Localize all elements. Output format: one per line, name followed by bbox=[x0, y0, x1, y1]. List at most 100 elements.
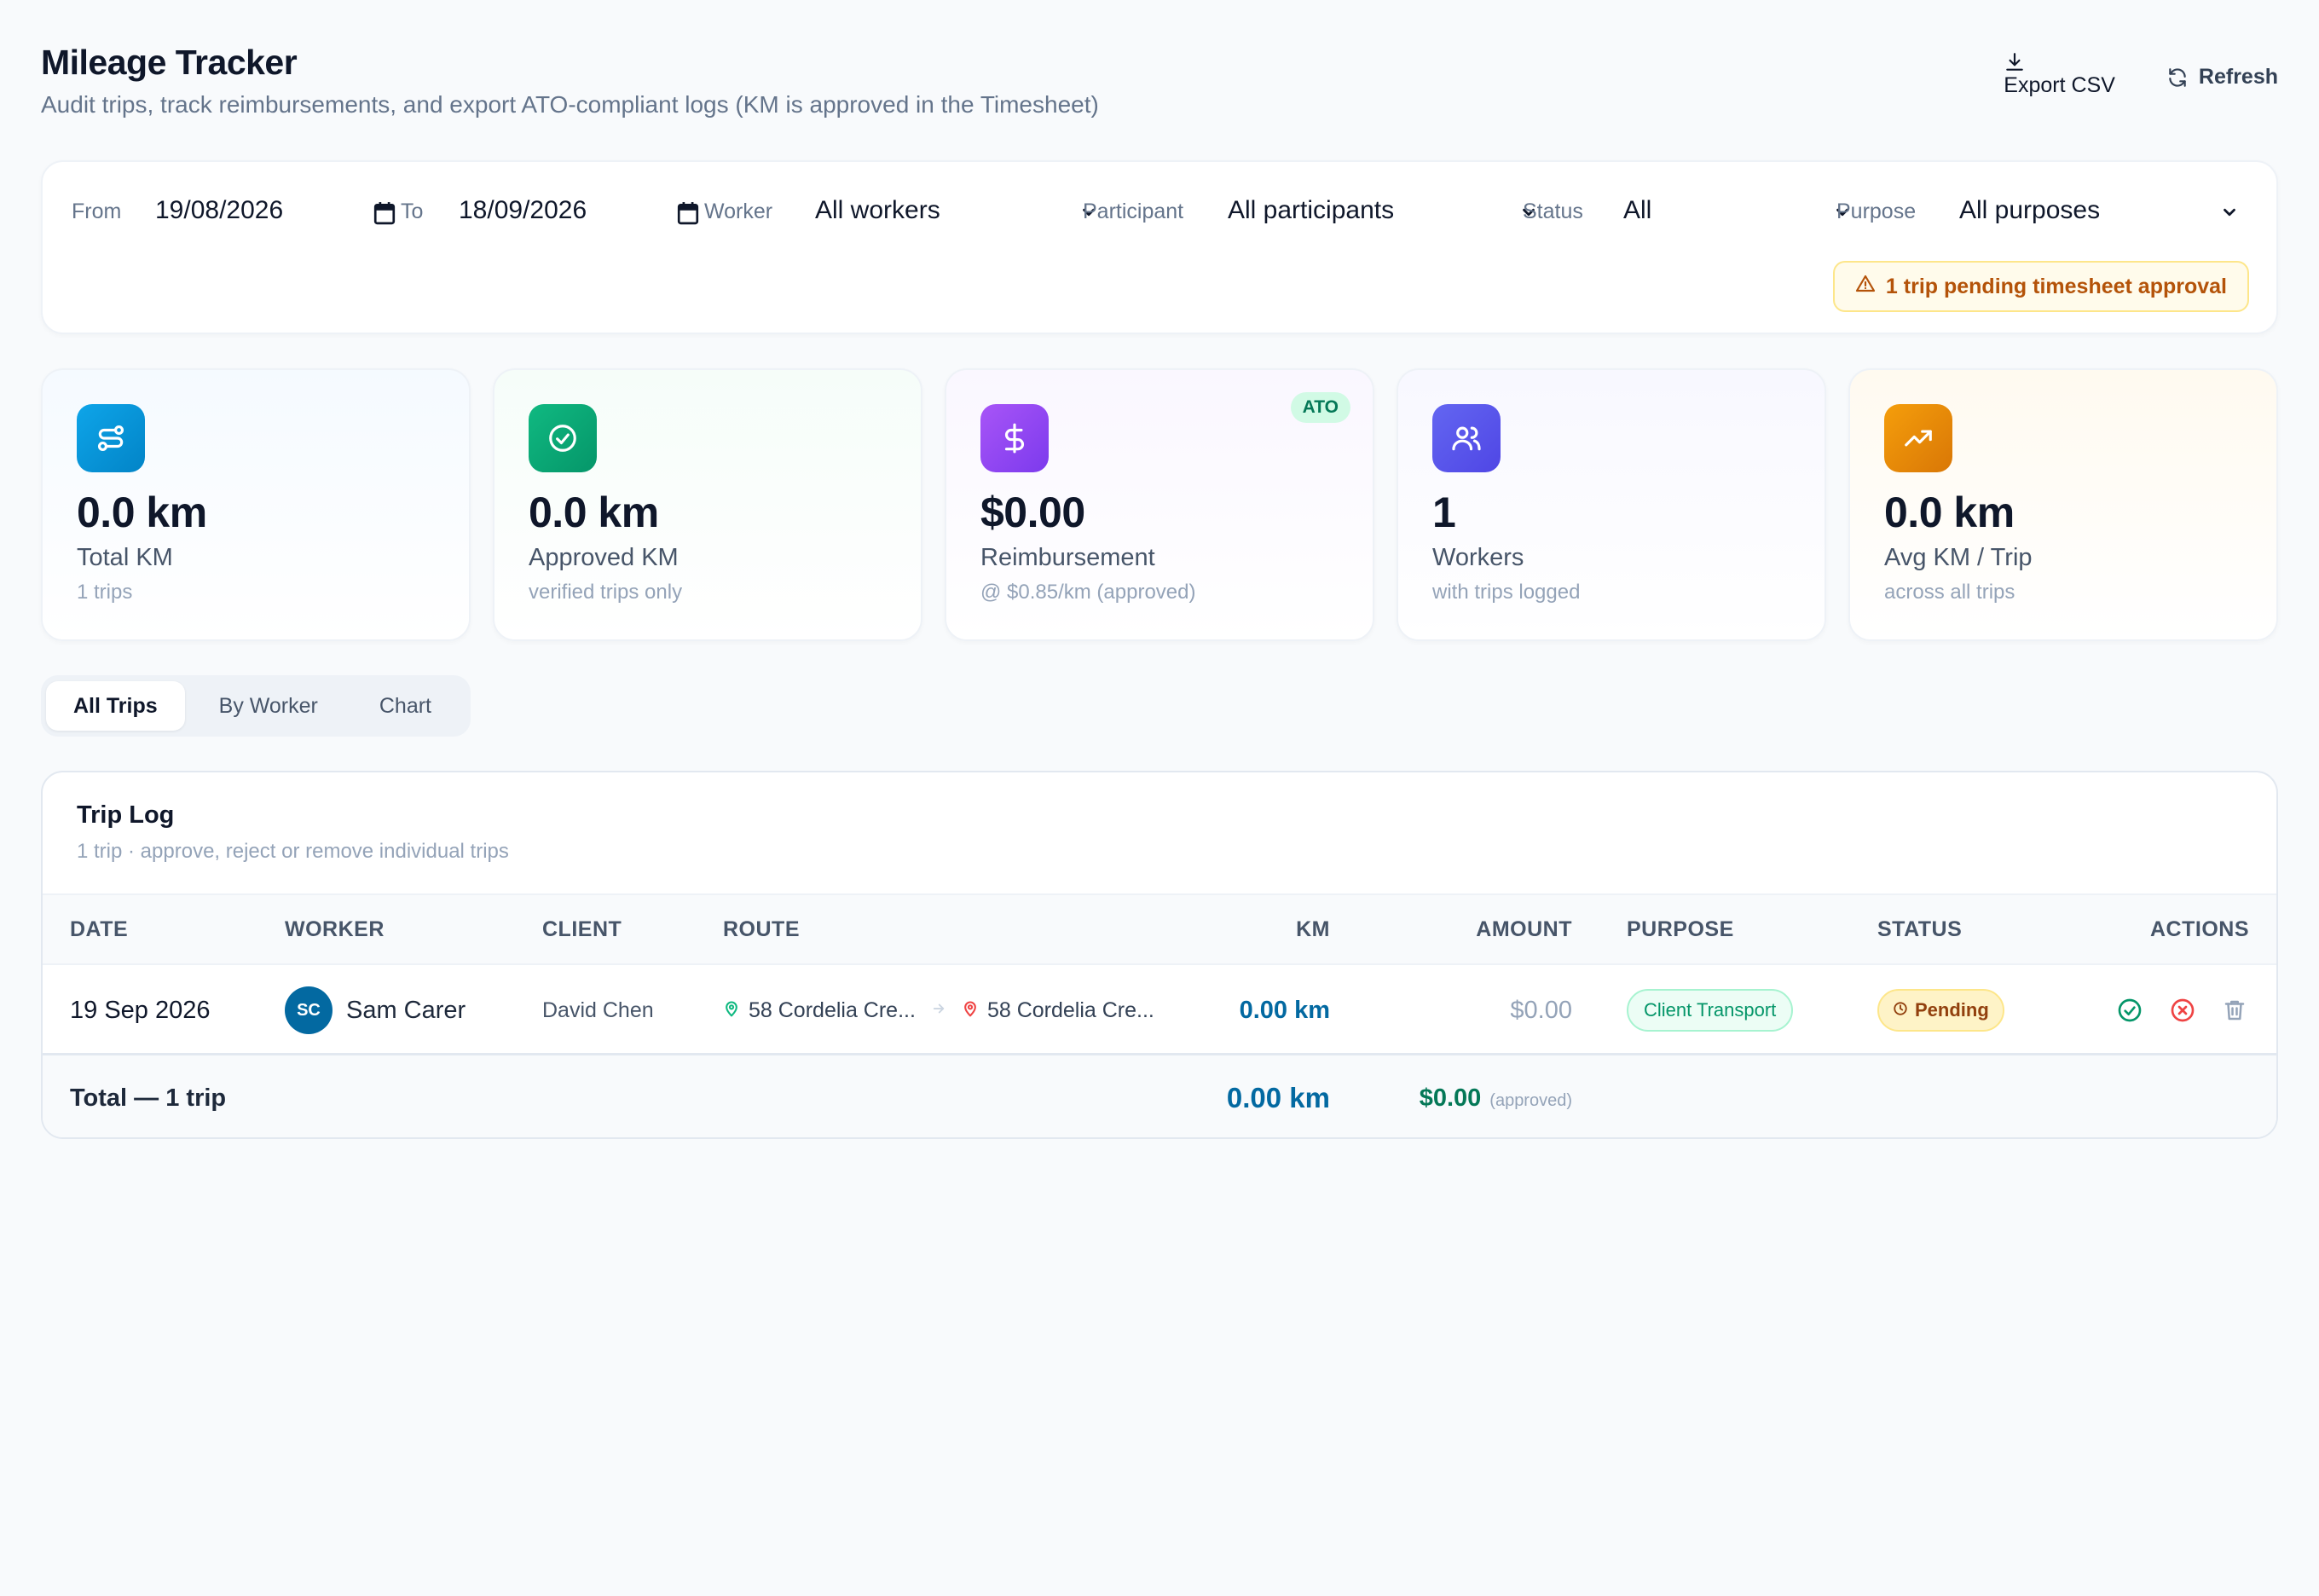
column-header-km[interactable]: KM bbox=[1296, 917, 1330, 942]
stat-sublabel: across all trips bbox=[1884, 581, 2015, 604]
to-filter: To bbox=[401, 200, 423, 224]
refresh-icon bbox=[2166, 66, 2189, 89]
column-header-actions: ACTIONS bbox=[2150, 917, 2249, 941]
column-header-date[interactable]: DATE bbox=[70, 917, 128, 942]
trip-worker: SC Sam Carer bbox=[285, 965, 466, 1055]
total-amount-note: (approved) bbox=[1489, 1090, 1572, 1110]
participant-select[interactable]: All participants bbox=[1228, 196, 1548, 225]
arrow-right-icon bbox=[931, 1001, 946, 1021]
stat-value: 0.0 km bbox=[77, 489, 207, 536]
map-pin-icon bbox=[962, 999, 979, 1022]
trip-log-title: Trip Log bbox=[77, 801, 175, 829]
check-circle-icon bbox=[529, 404, 597, 472]
delete-trip-button[interactable] bbox=[2222, 998, 2247, 1023]
stat-value: 0.0 km bbox=[529, 489, 659, 536]
calendar-icon[interactable] bbox=[373, 201, 396, 229]
status-select[interactable]: All bbox=[1623, 196, 1848, 225]
table-header: DATE WORKER CLIENT ROUTE KM AMOUNT PURPO… bbox=[43, 893, 2276, 965]
column-header-worker[interactable]: WORKER bbox=[285, 917, 385, 942]
tab-by-worker[interactable]: By Worker bbox=[192, 681, 345, 731]
stat-label: Approved KM bbox=[529, 544, 679, 571]
tab-all-trips[interactable]: All Trips bbox=[46, 681, 185, 731]
total-km: 0.00 km bbox=[1226, 1082, 1330, 1113]
column-header-route[interactable]: ROUTE bbox=[723, 917, 800, 942]
stat-value: $0.00 bbox=[980, 489, 1085, 536]
pending-approval-badge: 1 trip pending timesheet approval bbox=[1832, 261, 2249, 312]
refresh-button[interactable]: Refresh bbox=[2166, 51, 2278, 90]
worker-name: Sam Carer bbox=[346, 996, 466, 1024]
stat-value: 0.0 km bbox=[1884, 489, 2015, 536]
reject-trip-button[interactable] bbox=[2169, 997, 2196, 1024]
stat-label: Avg KM / Trip bbox=[1884, 544, 2033, 571]
refresh-label: Refresh bbox=[2198, 65, 2278, 89]
column-header-client[interactable]: CLIENT bbox=[542, 917, 622, 942]
chevron-down-icon bbox=[2220, 203, 2239, 226]
export-csv-button[interactable]: Export CSV bbox=[2004, 51, 2115, 98]
stat-sublabel: 1 trips bbox=[77, 581, 133, 604]
header-actions: Export CSV Refresh bbox=[2004, 51, 2278, 98]
participant-filter-label: Participant bbox=[1083, 200, 1184, 223]
stat-label: Total KM bbox=[77, 544, 173, 571]
worker-filter-label: Worker bbox=[704, 200, 773, 223]
dollar-icon bbox=[980, 404, 1049, 472]
table-row: 19 Sep 2026 SC Sam Carer David Chen 58 C… bbox=[43, 965, 2276, 1055]
route-origin: 58 Cordelia Cre... bbox=[749, 998, 916, 1022]
stat-label: Reimbursement bbox=[980, 544, 1155, 571]
stat-card-approved-km: 0.0 km Approved KM verified trips only bbox=[493, 368, 922, 641]
approve-trip-button[interactable] bbox=[2116, 997, 2143, 1024]
trip-log-card: Trip Log 1 trip · approve, reject or rem… bbox=[41, 771, 2278, 1139]
route-icon bbox=[77, 404, 145, 472]
stat-card-total-km: 0.0 km Total KM 1 trips bbox=[41, 368, 471, 641]
avatar: SC bbox=[285, 986, 333, 1034]
mileage-tracker-page: Mileage Tracker Audit trips, track reimb… bbox=[0, 0, 2319, 1596]
page-title: Mileage Tracker bbox=[41, 43, 298, 82]
to-date-input[interactable]: 18/09/2026 bbox=[459, 196, 714, 225]
purpose-badge: Client Transport bbox=[1627, 989, 1794, 1032]
clock-icon bbox=[1893, 999, 1908, 1021]
stat-card-avg-km: 0.0 km Avg KM / Trip across all trips bbox=[1848, 368, 2278, 641]
trip-client: David Chen bbox=[542, 998, 654, 1022]
stats-row: 0.0 km Total KM 1 trips 0.0 km Approved … bbox=[41, 368, 2278, 641]
worker-select[interactable]: All workers bbox=[815, 196, 1102, 225]
purpose-select[interactable]: All purposes bbox=[1959, 196, 2249, 225]
trip-actions bbox=[2116, 965, 2247, 1055]
trip-route: 58 Cordelia Cre... 58 Cordelia Cre... bbox=[723, 965, 1154, 1055]
x-circle-icon bbox=[2171, 998, 2195, 1022]
tab-chart[interactable]: Chart bbox=[352, 681, 459, 731]
total-label: Total — 1 trip bbox=[70, 1084, 227, 1112]
stat-card-workers: 1 Workers with trips logged bbox=[1397, 368, 1826, 641]
status-badge: Pending bbox=[1877, 989, 2004, 1032]
trip-log-header: Trip Log 1 trip · approve, reject or rem… bbox=[43, 772, 2276, 893]
stat-label: Workers bbox=[1432, 544, 1524, 571]
trash-icon bbox=[2224, 1000, 2245, 1021]
page-subtitle: Audit trips, track reimbursements, and e… bbox=[41, 91, 1099, 118]
from-label: From bbox=[72, 200, 122, 223]
from-date-input[interactable]: 19/08/2026 bbox=[155, 196, 411, 225]
map-pin-icon bbox=[723, 999, 740, 1022]
from-filter: From bbox=[72, 200, 121, 224]
total-amount-value: $0.00 bbox=[1419, 1084, 1482, 1112]
trip-date: 19 Sep 2026 bbox=[70, 996, 211, 1024]
to-label: To bbox=[401, 200, 424, 223]
table-footer: Total — 1 trip 0.00 km $0.00 (approved) bbox=[43, 1055, 2276, 1137]
trip-status: Pending bbox=[1877, 965, 2004, 1055]
users-icon bbox=[1432, 404, 1501, 472]
status-filter-label: Status bbox=[1523, 200, 1583, 223]
purpose-filter-label: Purpose bbox=[1836, 200, 1917, 223]
view-tabs: All Trips By Worker Chart bbox=[41, 675, 471, 737]
stat-sublabel: with trips logged bbox=[1432, 581, 1581, 604]
check-circle-icon bbox=[2118, 998, 2142, 1022]
page-header: Mileage Tracker Audit trips, track reimb… bbox=[41, 43, 2278, 128]
trip-log-subtitle: 1 trip · approve, reject or remove indiv… bbox=[77, 840, 509, 863]
download-icon bbox=[2004, 51, 2026, 73]
warning-icon bbox=[1855, 274, 1876, 300]
column-header-amount[interactable]: AMOUNT bbox=[1476, 917, 1572, 942]
total-amount: $0.00 (approved) bbox=[1419, 1055, 1572, 1137]
trip-km: 0.00 km bbox=[1239, 996, 1330, 1024]
export-csv-label: Export CSV bbox=[2004, 73, 2115, 97]
calendar-icon[interactable] bbox=[677, 201, 699, 229]
trip-amount: $0.00 bbox=[1510, 996, 1572, 1024]
stat-sublabel: @ $0.85/km (approved) bbox=[980, 581, 1196, 604]
column-header-status[interactable]: STATUS bbox=[1877, 917, 1962, 942]
column-header-purpose[interactable]: PURPOSE bbox=[1627, 917, 1734, 942]
